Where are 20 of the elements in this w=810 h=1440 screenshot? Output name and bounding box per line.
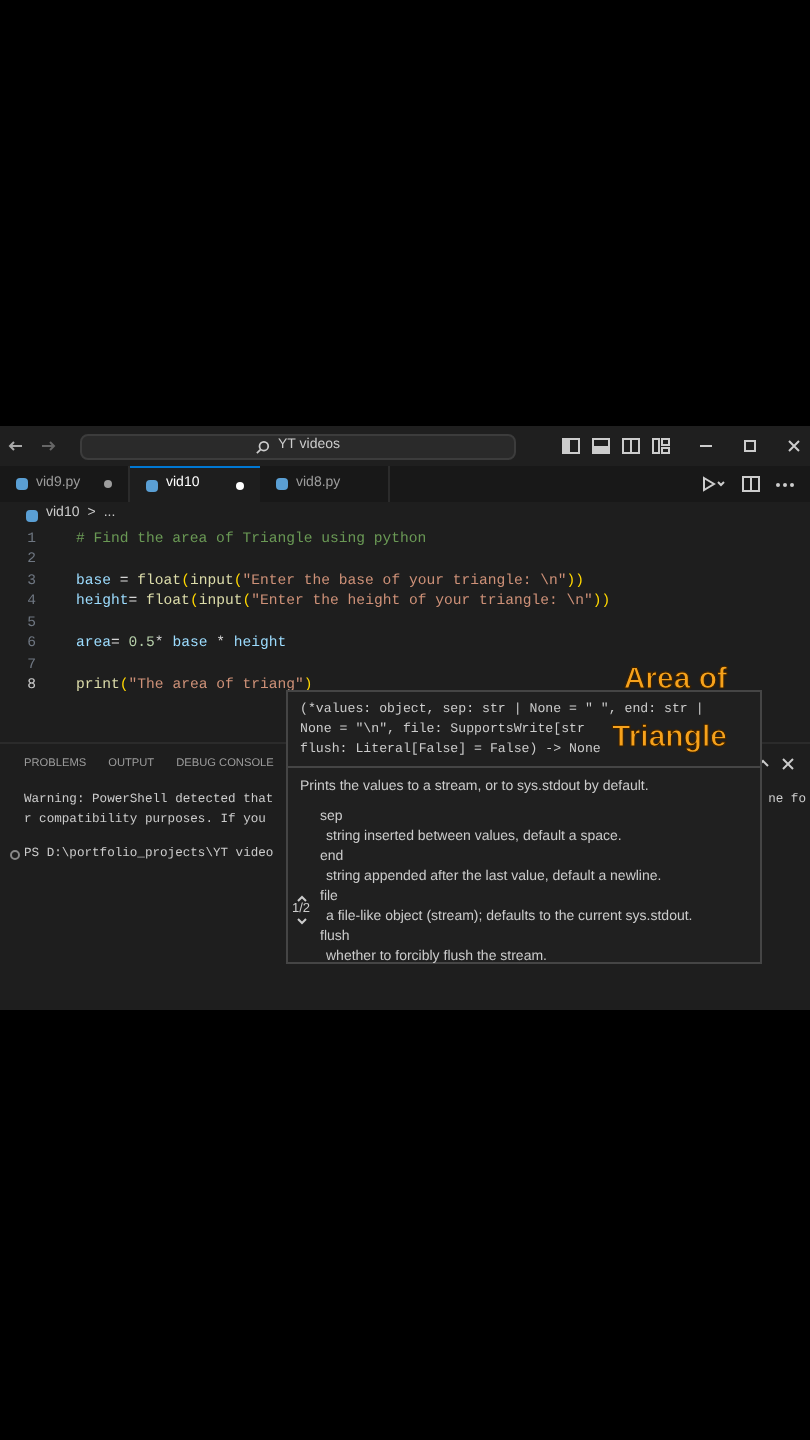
chevron-down-icon[interactable] <box>295 917 308 925</box>
close-icon[interactable] <box>782 758 794 770</box>
more-icon[interactable] <box>776 481 794 487</box>
python-file-icon <box>26 509 38 521</box>
panel-layout-icon[interactable] <box>592 438 610 454</box>
customize-layout-icon[interactable] <box>652 438 670 454</box>
split-layout-icon[interactable] <box>622 438 640 454</box>
close-icon[interactable] <box>786 438 802 454</box>
maximize-icon[interactable] <box>742 438 758 454</box>
forward-arrow-icon[interactable] <box>40 438 56 454</box>
python-file-icon <box>146 479 158 491</box>
back-arrow-icon[interactable] <box>8 438 24 454</box>
run-icon[interactable] <box>702 476 726 492</box>
search-icon <box>256 439 270 453</box>
python-file-icon <box>16 478 28 490</box>
python-file-icon <box>276 478 288 490</box>
caption-text: Triangle <box>612 720 728 754</box>
caption-text: Area of <box>623 662 728 696</box>
sidebar-layout-icon[interactable] <box>562 438 580 454</box>
split-editor-icon[interactable] <box>742 476 760 492</box>
